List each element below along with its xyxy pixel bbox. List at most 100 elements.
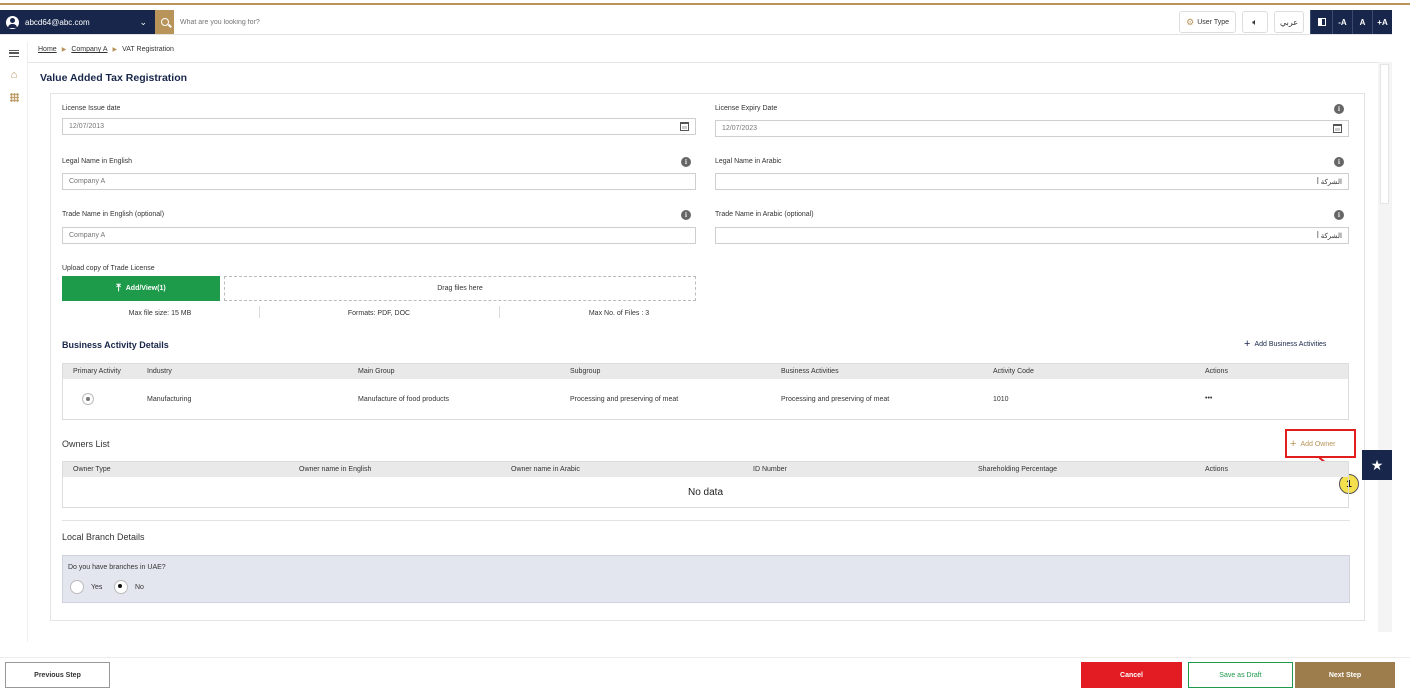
branch-no-radio[interactable] bbox=[114, 580, 128, 594]
column-header: Owner name in English bbox=[299, 466, 372, 473]
branch-no-label: No bbox=[135, 584, 144, 591]
home-button[interactable]: ⌂ bbox=[0, 64, 28, 86]
activity-code-cell: 1010 bbox=[993, 396, 1009, 403]
divider bbox=[28, 62, 1392, 63]
trade-name-en-label: Trade Name in English (optional) bbox=[62, 211, 165, 218]
file-formats: Formats: PDF, DOC bbox=[347, 310, 411, 317]
max-file-size: Max file size: 15 MB bbox=[128, 310, 192, 317]
add-view-button[interactable]: ⤒ Add/View(1) bbox=[62, 276, 220, 301]
table-header: Primary Activity Industry Main Group Sub… bbox=[63, 364, 1348, 379]
add-business-activities-link[interactable]: + Add Business Activities bbox=[1244, 338, 1326, 350]
owners-table: Owner Type Owner name in English Owner n… bbox=[62, 461, 1349, 478]
license-expiry-label: License Expiry Date bbox=[715, 105, 778, 112]
license-expiry-value: 12/07/2023 bbox=[722, 125, 758, 132]
info-icon[interactable]: i bbox=[681, 210, 691, 220]
subgroup-cell: Processing and preserving of meat bbox=[570, 396, 679, 403]
user-type-button[interactable]: ⚙ User Type bbox=[1179, 11, 1236, 33]
branch-question-box: Do you have branches in UAE? Yes No bbox=[62, 555, 1350, 603]
calendar-icon[interactable] bbox=[1333, 124, 1342, 133]
font-normal-button[interactable]: A bbox=[1352, 10, 1372, 34]
legal-name-ar-label: Legal Name in Arabic bbox=[715, 158, 782, 165]
column-header: Owner Type bbox=[73, 466, 111, 473]
column-header: Shareholding Percentage bbox=[978, 466, 1058, 473]
column-header: Business Activities bbox=[781, 368, 839, 375]
user-icon bbox=[6, 15, 19, 29]
license-expiry-field[interactable]: 12/07/2023 bbox=[715, 120, 1349, 137]
next-step-button[interactable]: Next Step bbox=[1295, 662, 1395, 688]
speaker-icon[interactable]: 🔈︎ bbox=[1242, 11, 1268, 33]
menu-button[interactable] bbox=[0, 42, 28, 64]
legal-name-en-input[interactable] bbox=[62, 173, 696, 190]
info-icon[interactable]: i bbox=[681, 157, 691, 167]
menu-icon bbox=[9, 49, 19, 57]
owners-section-title: Owners List bbox=[62, 439, 110, 449]
user-type-label: User Type bbox=[1197, 18, 1229, 26]
user-menu[interactable]: abcd64@abc.com ⌄ bbox=[0, 10, 155, 34]
cancel-button[interactable]: Cancel bbox=[1081, 662, 1182, 688]
main-group-cell: Manufacture of food products bbox=[358, 396, 450, 403]
info-icon[interactable]: i bbox=[1334, 157, 1344, 167]
max-files: Max No. of Files : 3 bbox=[588, 310, 650, 317]
left-rail: ⌂ bbox=[0, 42, 28, 642]
branch-yes-label: Yes bbox=[91, 584, 103, 591]
grid-icon bbox=[9, 92, 19, 102]
column-header: Actions bbox=[1205, 368, 1228, 375]
scrollbar-thumb[interactable] bbox=[1380, 64, 1389, 204]
license-issue-field[interactable]: 12/07/2013 bbox=[62, 118, 696, 135]
chevron-down-icon: ⌄ bbox=[139, 16, 147, 27]
branch-yes-radio[interactable] bbox=[70, 580, 84, 594]
trade-name-en-input[interactable] bbox=[62, 227, 696, 244]
user-email: abcd64@abc.com bbox=[25, 17, 90, 27]
business-table: Primary Activity Industry Main Group Sub… bbox=[62, 363, 1349, 420]
search-button[interactable] bbox=[155, 10, 174, 34]
calendar-icon[interactable] bbox=[680, 122, 689, 131]
file-dropzone[interactable]: Drag files here bbox=[224, 276, 696, 301]
info-icon[interactable]: i bbox=[1334, 104, 1344, 114]
contrast-button[interactable] bbox=[1310, 10, 1332, 34]
contrast-icon bbox=[1317, 18, 1326, 26]
home-icon: ⌂ bbox=[10, 69, 18, 81]
breadcrumb-current: VAT Registration bbox=[122, 46, 174, 53]
breadcrumb-home[interactable]: Home bbox=[38, 46, 57, 53]
language-toggle[interactable]: عربي bbox=[1274, 11, 1304, 33]
actions-menu-icon[interactable]: ••• bbox=[1205, 395, 1212, 402]
industry-cell: Manufacturing bbox=[147, 396, 192, 403]
top-stripe bbox=[0, 0, 1410, 5]
column-header: Actions bbox=[1205, 466, 1228, 473]
trade-name-ar-input[interactable]: الشركة أ bbox=[715, 227, 1349, 244]
star-icon[interactable]: ★ bbox=[1362, 450, 1392, 480]
column-header: Main Group bbox=[358, 368, 395, 375]
plus-icon: + bbox=[1244, 338, 1251, 350]
breadcrumb-company[interactable]: Company A bbox=[71, 46, 107, 53]
search-icon bbox=[160, 18, 169, 26]
header-tools: ⚙ User Type 🔈︎ عربي -A A +A bbox=[1179, 10, 1392, 34]
page-title: Value Added Tax Registration bbox=[40, 72, 188, 84]
breadcrumb: Home ▶ Company A ▶ VAT Registration bbox=[38, 46, 174, 53]
info-icon[interactable]: i bbox=[1334, 210, 1344, 220]
search-input[interactable] bbox=[180, 13, 680, 31]
breadcrumb-separator-icon: ▶ bbox=[112, 47, 118, 53]
column-header: Industry bbox=[147, 368, 172, 375]
owners-empty-state: No data bbox=[62, 478, 1349, 508]
legal-name-en-label: Legal Name in English bbox=[62, 158, 133, 165]
gear-icon: ⚙ bbox=[1186, 16, 1195, 27]
license-issue-value: 12/07/2013 bbox=[69, 123, 105, 130]
primary-activity-radio[interactable] bbox=[82, 393, 94, 405]
font-increase-button[interactable]: +A bbox=[1372, 10, 1392, 34]
legal-name-ar-input[interactable]: الشركة أ bbox=[715, 173, 1349, 190]
business-section-title: Business Activity Details bbox=[62, 340, 169, 350]
save-draft-button[interactable]: Save as Draft bbox=[1188, 662, 1293, 688]
apps-button[interactable] bbox=[0, 86, 28, 108]
add-view-label: Add/View(1) bbox=[125, 285, 166, 292]
column-header: Subgroup bbox=[570, 368, 601, 375]
branch-section-title: Local Branch Details bbox=[62, 532, 145, 542]
license-issue-label: License Issue date bbox=[62, 105, 121, 112]
breadcrumb-separator-icon: ▶ bbox=[61, 47, 67, 53]
add-business-label: Add Business Activities bbox=[1254, 340, 1327, 348]
table-header: Owner Type Owner name in English Owner n… bbox=[63, 462, 1348, 477]
font-decrease-button[interactable]: -A bbox=[1332, 10, 1352, 34]
trade-name-ar-label: Trade Name in Arabic (optional) bbox=[715, 211, 814, 218]
column-header: Activity Code bbox=[993, 368, 1034, 375]
branch-question: Do you have branches in UAE? bbox=[68, 564, 166, 571]
previous-step-button[interactable]: Previous Step bbox=[5, 662, 110, 688]
